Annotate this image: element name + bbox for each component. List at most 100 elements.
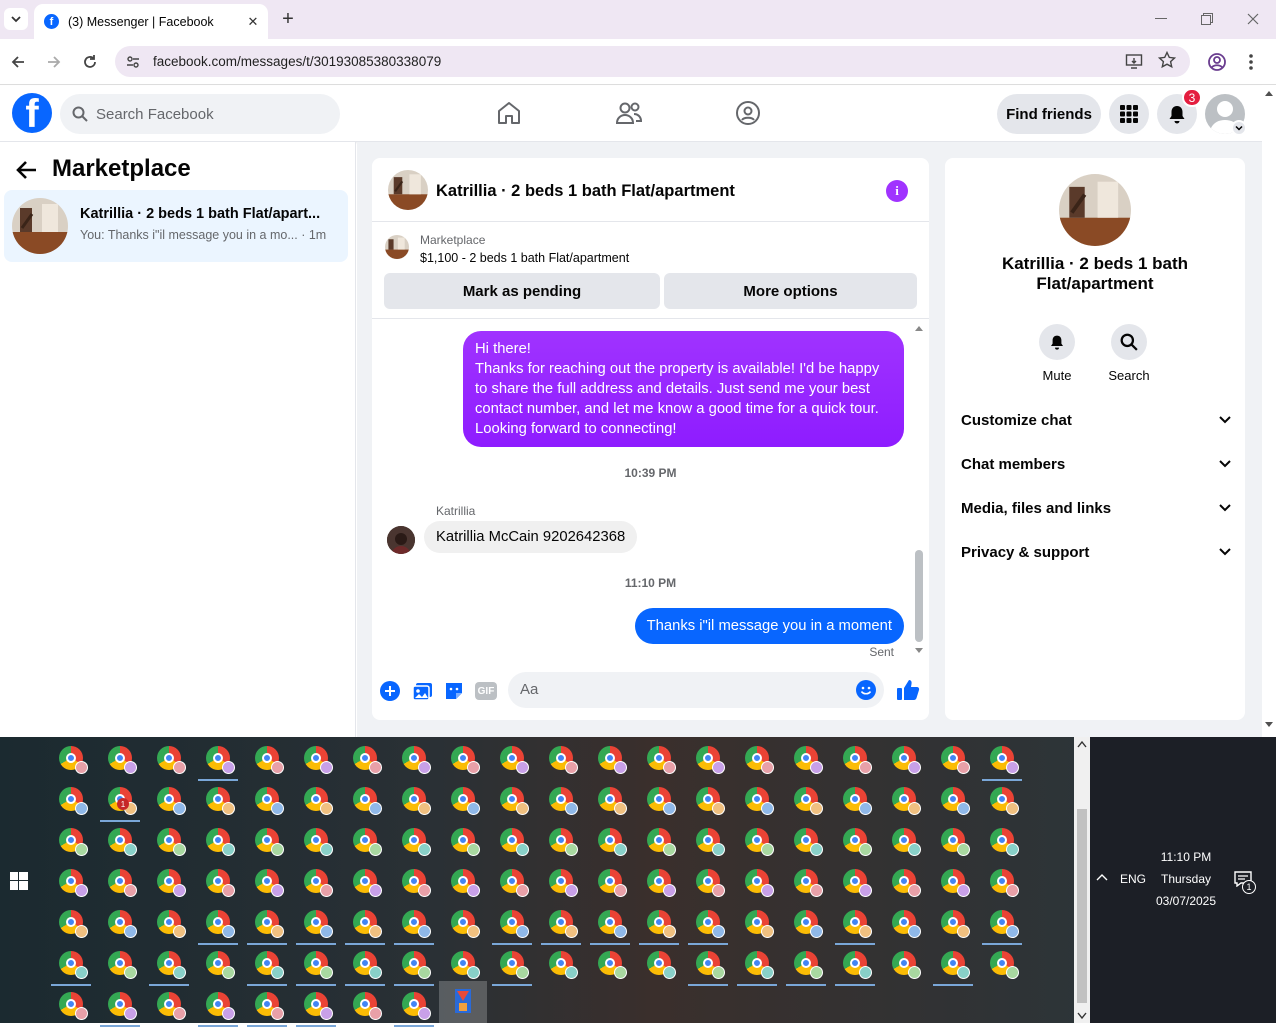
- chrome-profile-icon[interactable]: [840, 743, 872, 774]
- address-bar[interactable]: facebook.com/messages/t/3019308538033807…: [115, 46, 1190, 77]
- chrome-profile-icon[interactable]: [399, 825, 431, 856]
- taskbar-scrollbar[interactable]: [1074, 737, 1090, 1023]
- chrome-profile-icon[interactable]: [203, 866, 235, 897]
- chrome-profile-icon[interactable]: [938, 784, 970, 815]
- clock-time[interactable]: 11:10 PM: [1148, 850, 1224, 864]
- chrome-profile-icon[interactable]: [105, 825, 137, 856]
- chrome-profile-icon[interactable]: [399, 784, 431, 815]
- chrome-profile-icon[interactable]: [889, 907, 921, 938]
- chrome-profile-icon[interactable]: [252, 825, 284, 856]
- chrome-profile-icon[interactable]: [742, 784, 774, 815]
- chrome-profile-icon[interactable]: [252, 784, 284, 815]
- chrome-profile-icon[interactable]: [742, 948, 774, 979]
- chrome-profile-icon[interactable]: [889, 784, 921, 815]
- chrome-profile-icon[interactable]: [252, 948, 284, 979]
- chrome-profile-icon[interactable]: [105, 866, 137, 897]
- chrome-profile-icon[interactable]: [203, 743, 235, 774]
- chrome-profile-icon[interactable]: [987, 743, 1019, 774]
- chrome-profile-icon[interactable]: [301, 866, 333, 897]
- chrome-profile-icon[interactable]: [644, 784, 676, 815]
- message-outgoing[interactable]: Hi there! Thanks for reaching out the pr…: [463, 331, 904, 447]
- new-tab-icon[interactable]: +: [278, 8, 298, 30]
- chrome-profile-icon[interactable]: [595, 907, 627, 938]
- taskbar-scroll-thumb[interactable]: [1077, 809, 1087, 1003]
- chrome-profile-icon[interactable]: [987, 907, 1019, 938]
- privacy-support-row[interactable]: Privacy & support: [961, 532, 1231, 572]
- friends-icon[interactable]: [614, 98, 644, 128]
- show-hidden-icons-icon[interactable]: [1095, 872, 1109, 882]
- like-thumb-icon[interactable]: [896, 678, 920, 702]
- bookmark-star-icon[interactable]: [1158, 51, 1176, 69]
- chevron-down-icon[interactable]: [1231, 120, 1247, 136]
- chat-scroll-thumb[interactable]: [915, 550, 923, 642]
- chrome-profile-icon[interactable]: [350, 784, 382, 815]
- chrome-profile-icon[interactable]: [203, 825, 235, 856]
- forward-icon[interactable]: [42, 50, 66, 74]
- chrome-profile-icon[interactable]: [497, 825, 529, 856]
- chrome-profile-icon[interactable]: [693, 948, 725, 979]
- emoji-icon[interactable]: [856, 680, 876, 700]
- chat-header-name[interactable]: Katrillia · 2 beds 1 bath Flat/apartment: [436, 182, 735, 201]
- chrome-profile-icon[interactable]: [448, 866, 480, 897]
- chrome-profile-icon[interactable]: [497, 907, 529, 938]
- chrome-profile-icon[interactable]: [448, 907, 480, 938]
- chrome-profile-icon[interactable]: [938, 948, 970, 979]
- chrome-profile-icon[interactable]: [693, 866, 725, 897]
- chrome-profile-icon[interactable]: [350, 866, 382, 897]
- details-thumbnail[interactable]: [1059, 174, 1131, 246]
- chrome-profile-icon[interactable]: [693, 784, 725, 815]
- chrome-profile-icon[interactable]: [448, 784, 480, 815]
- chrome-profile-icon[interactable]: [448, 743, 480, 774]
- chrome-profile-icon[interactable]: [497, 948, 529, 979]
- chrome-profile-icon[interactable]: [350, 743, 382, 774]
- search-conversation-button[interactable]: Search: [1099, 324, 1159, 383]
- chrome-profile-icon[interactable]: [546, 784, 578, 815]
- chrome-profile-icon[interactable]: [350, 907, 382, 938]
- chrome-profile-icon[interactable]: [595, 825, 627, 856]
- chrome-profile-icon[interactable]: [791, 866, 823, 897]
- chrome-profile-icon[interactable]: [399, 743, 431, 774]
- chrome-profile-icon[interactable]: [987, 825, 1019, 856]
- chat-scrollbar[interactable]: [913, 322, 925, 656]
- chrome-profile-icon[interactable]: [350, 825, 382, 856]
- chrome-profile-icon[interactable]: [497, 866, 529, 897]
- chrome-profile-icon[interactable]: [301, 825, 333, 856]
- browser-tab-messenger[interactable]: f (3) Messenger | Facebook ✕: [34, 4, 268, 39]
- chrome-profile-icon[interactable]: [742, 743, 774, 774]
- chrome-profile-icon[interactable]: [987, 866, 1019, 897]
- chrome-profile-icon[interactable]: [154, 825, 186, 856]
- chrome-profile-icon[interactable]: [252, 866, 284, 897]
- chrome-profile-icon[interactable]: [644, 907, 676, 938]
- chrome-profile-icon[interactable]: [546, 743, 578, 774]
- chrome-profile-icon[interactable]: [693, 907, 725, 938]
- browser-profile-icon[interactable]: [1207, 52, 1227, 72]
- more-options-button[interactable]: More options: [664, 273, 917, 309]
- chrome-profile-icon[interactable]: [889, 743, 921, 774]
- chrome-profile-icon[interactable]: [497, 784, 529, 815]
- chrome-profile-icon[interactable]: [840, 825, 872, 856]
- chrome-profile-icon[interactable]: [595, 784, 627, 815]
- back-icon[interactable]: [6, 50, 30, 74]
- chrome-profile-icon[interactable]: [350, 948, 382, 979]
- customize-chat-row[interactable]: Customize chat: [961, 400, 1231, 440]
- chrome-profile-icon[interactable]: [742, 907, 774, 938]
- listing-price-title[interactable]: $1,100 - 2 beds 1 bath Flat/apartment: [420, 251, 629, 265]
- chrome-profile-icon[interactable]: [399, 907, 431, 938]
- chrome-profile-icon[interactable]: [448, 948, 480, 979]
- chrome-profile-icon[interactable]: [644, 866, 676, 897]
- chrome-profile-icon[interactable]: [546, 825, 578, 856]
- message-input[interactable]: Aa: [508, 672, 884, 708]
- chrome-profile-icon[interactable]: [742, 866, 774, 897]
- chrome-profile-icon[interactable]: [644, 948, 676, 979]
- chrome-profile-icon[interactable]: [301, 784, 333, 815]
- chrome-profile-icon[interactable]: [693, 743, 725, 774]
- chrome-profile-icon[interactable]: [56, 866, 88, 897]
- chrome-profile-icon[interactable]: [840, 784, 872, 815]
- gif-icon[interactable]: GIF: [475, 682, 497, 700]
- page-scrollbar[interactable]: [1262, 86, 1276, 737]
- menu-grid-icon[interactable]: [1109, 94, 1149, 134]
- clock-day[interactable]: Thursday: [1148, 872, 1224, 886]
- clock-date[interactable]: 03/07/2025: [1148, 894, 1224, 908]
- chrome-profile-icon[interactable]: [154, 989, 186, 1020]
- reload-icon[interactable]: [78, 50, 102, 74]
